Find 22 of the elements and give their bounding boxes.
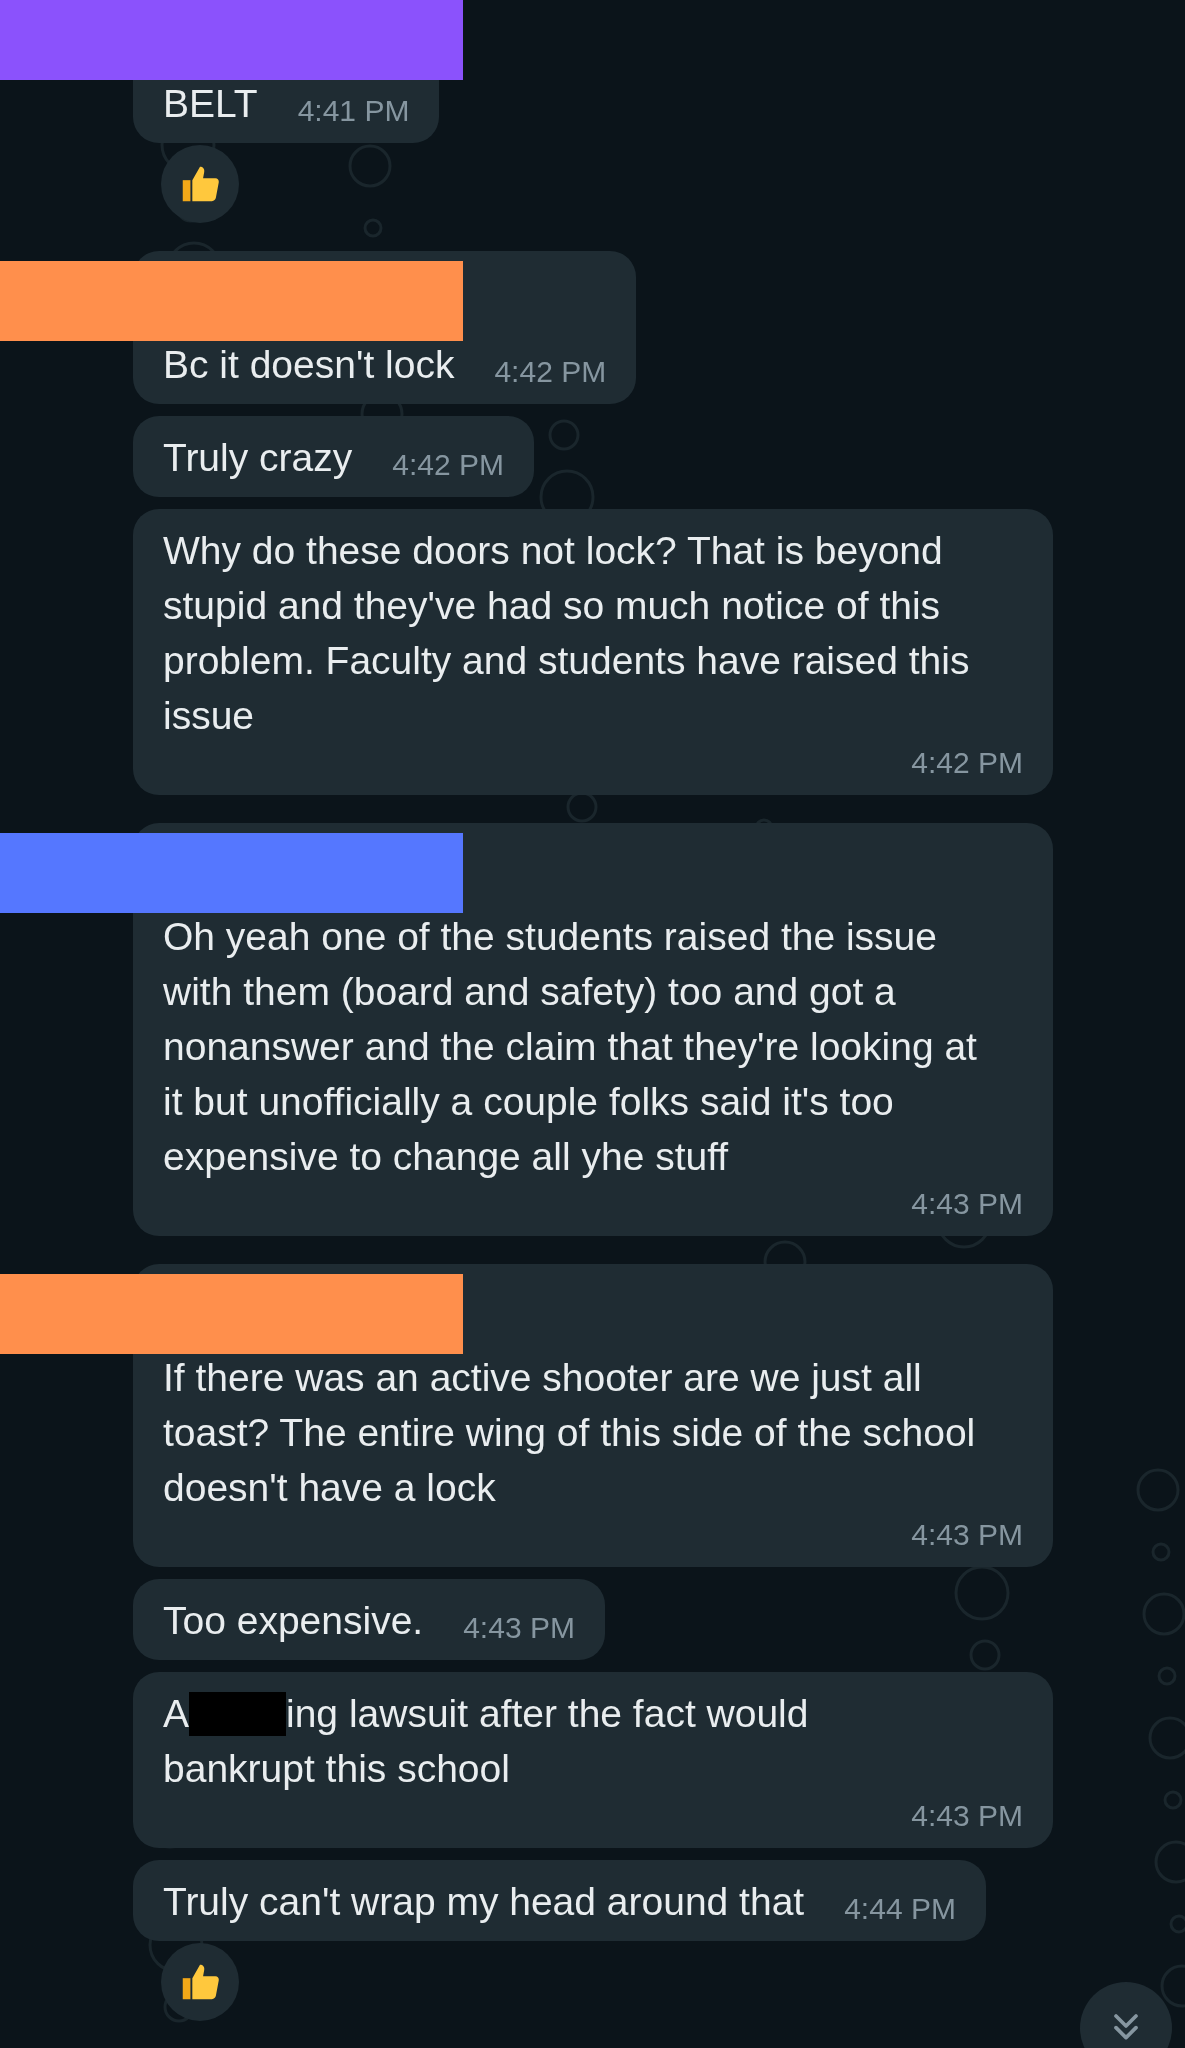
message-time: 4:41 PM	[296, 93, 410, 129]
message-text: Truly crazy	[163, 436, 353, 479]
message-text: Bc it doesn't lock	[163, 343, 455, 386]
message-time: 4:43 PM	[462, 1610, 575, 1646]
message-text: Oh yeah one of the students raised the issue with them (board and safety) too and got a nonanswer and the claim that they're looking at it but unofficially a couple folks said it's too expensive to change all yhe stuff	[163, 915, 977, 1178]
message-time: 4:42 PM	[391, 447, 504, 483]
message-text: ing lawsuit after the fact would	[286, 1691, 809, 1737]
message-text: Too expensive.	[163, 1599, 424, 1642]
message-time: 4:44 PM	[843, 1891, 956, 1927]
message-text: A	[163, 1691, 189, 1737]
message-time: 4:43 PM	[910, 1517, 1023, 1553]
message-text: Truly can't wrap my head around that	[163, 1880, 805, 1923]
message-time: 4:43 PM	[910, 1186, 1023, 1222]
message-time: 4:43 PM	[910, 1798, 1023, 1834]
reaction-badge[interactable]	[161, 1943, 239, 2021]
message-time: 4:42 PM	[910, 745, 1023, 781]
message-time: 4:42 PM	[493, 354, 607, 390]
message-text: bankrupt this school	[163, 1746, 510, 1792]
message-text: If there was an active shooter are we just all toast? The entire wing of this side of the school doesn't have a lock	[163, 1356, 976, 1509]
message-text: BELT	[163, 82, 258, 125]
scroll-down-button[interactable]	[1080, 1982, 1172, 2048]
message-text: Why do these doors not lock? That is beyond stupid and they've had so much notice of this problem. Faculty and students have raised this issue	[163, 529, 970, 737]
